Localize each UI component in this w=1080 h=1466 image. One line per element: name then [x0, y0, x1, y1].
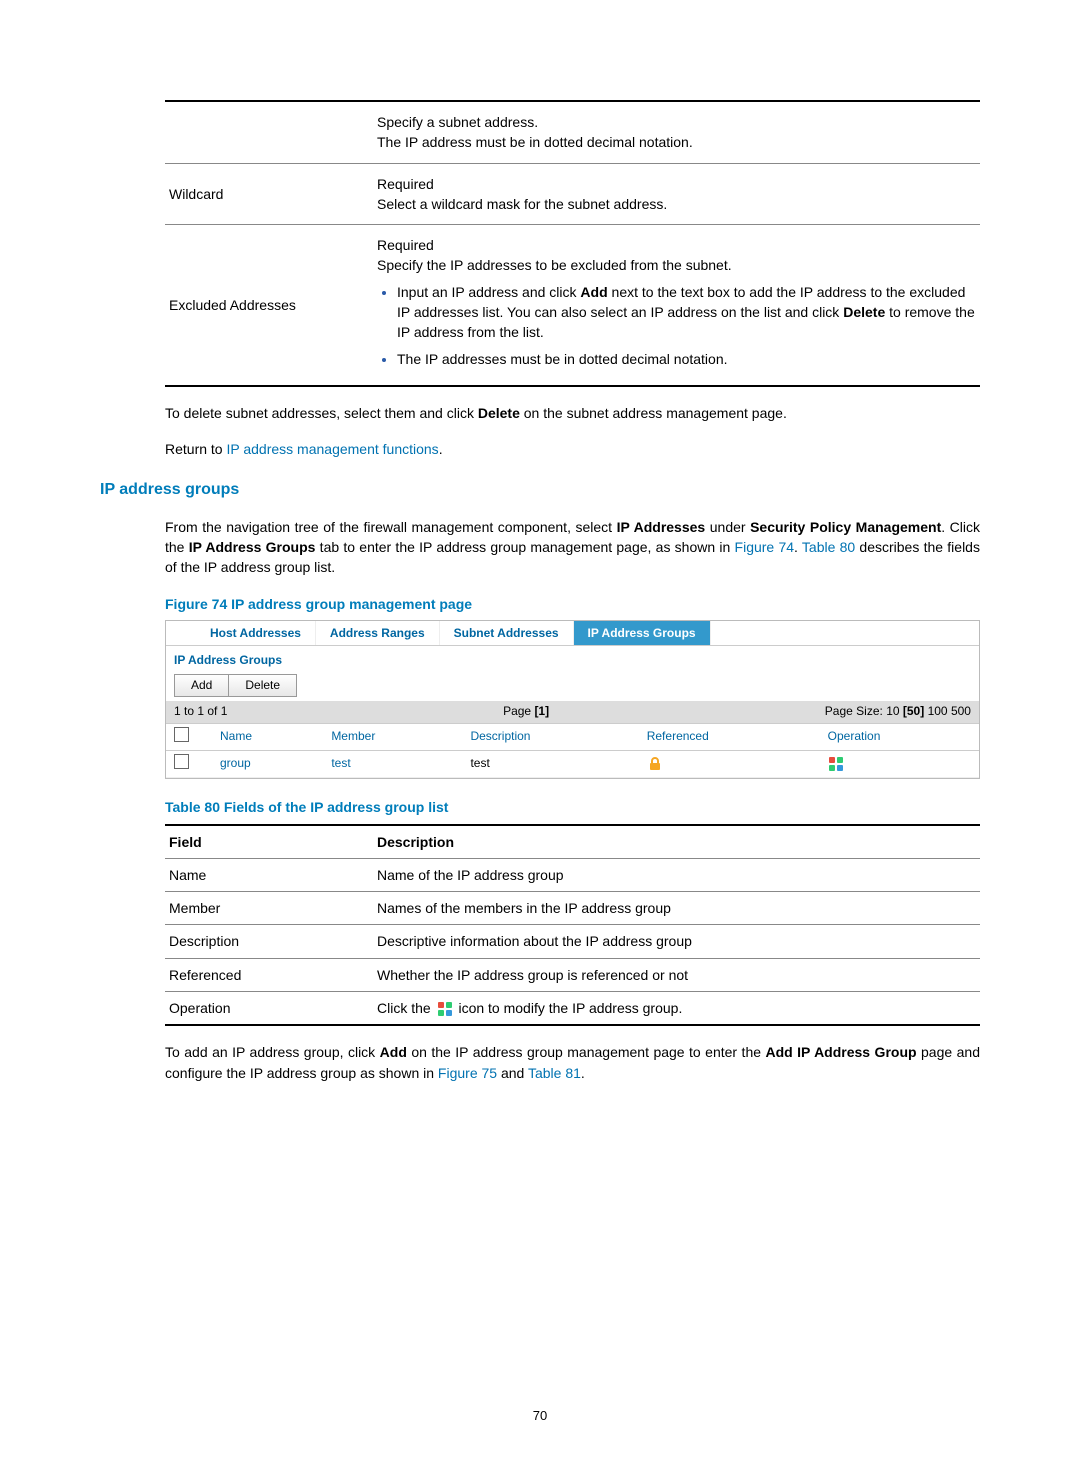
- page-size-10[interactable]: 10: [886, 704, 899, 718]
- subnet-line1: Specify a subnet address.: [377, 112, 976, 132]
- page-size-100[interactable]: 100: [928, 704, 948, 718]
- section-ip-address-groups: IP address groups: [100, 478, 980, 501]
- t80-head-field: Field: [165, 825, 373, 859]
- excluded-required: Required: [377, 235, 976, 255]
- col-name: Name: [212, 723, 323, 750]
- pager-page-label: Page: [503, 704, 531, 718]
- wildcard-desc: Select a wildcard mask for the subnet ad…: [377, 194, 976, 214]
- pager-count: 1 to 1 of 1: [174, 703, 227, 720]
- tab-host-addresses[interactable]: Host Addresses: [196, 621, 316, 645]
- t80-row: NameName of the IP address group: [165, 858, 980, 891]
- delete-paragraph: To delete subnet addresses, select them …: [165, 403, 980, 423]
- table-80: Field Description NameName of the IP add…: [165, 824, 980, 1027]
- table-row: group test test: [166, 750, 979, 777]
- pager-page-num: [1]: [534, 704, 549, 718]
- delete-button[interactable]: Delete: [228, 674, 297, 697]
- excluded-desc: Specify the IP addresses to be excluded …: [377, 255, 976, 275]
- excluded-bullet-2: The IP addresses must be in dotted decim…: [397, 349, 976, 369]
- col-operation: Operation: [820, 723, 979, 750]
- cell-name[interactable]: group: [212, 750, 323, 777]
- col-referenced: Referenced: [639, 723, 820, 750]
- lock-icon: [647, 756, 663, 772]
- link-ip-address-mgmt[interactable]: IP address management functions: [226, 441, 438, 457]
- page-size-50[interactable]: [50]: [903, 704, 924, 718]
- wildcard-required: Required: [377, 174, 976, 194]
- link-table-81[interactable]: Table 81: [528, 1065, 581, 1081]
- page-size-500[interactable]: 500: [951, 704, 971, 718]
- page-size-label: Page Size:: [825, 704, 883, 718]
- col-description: Description: [462, 723, 638, 750]
- t80-head-desc: Description: [373, 825, 980, 859]
- col-member: Member: [323, 723, 462, 750]
- t80-row: ReferencedWhether the IP address group i…: [165, 958, 980, 991]
- tab-subnet-addresses[interactable]: Subnet Addresses: [440, 621, 574, 645]
- t80-row: DescriptionDescriptive information about…: [165, 925, 980, 958]
- section-intro: From the navigation tree of the firewall…: [165, 517, 980, 578]
- panel-title: IP Address Groups: [166, 646, 979, 673]
- tab-ip-address-groups[interactable]: IP Address Groups: [574, 621, 711, 645]
- select-all-checkbox[interactable]: [174, 727, 189, 742]
- ip-address-groups-screenshot: Host Addresses Address Ranges Subnet Add…: [165, 620, 980, 779]
- excluded-label: Excluded Addresses: [165, 225, 373, 386]
- link-table-80[interactable]: Table 80: [802, 539, 855, 555]
- cell-description: test: [462, 750, 638, 777]
- wildcard-label: Wildcard: [165, 163, 373, 225]
- page-number: 70: [0, 1407, 1080, 1426]
- row-checkbox[interactable]: [174, 754, 189, 769]
- t80-row: MemberNames of the members in the IP add…: [165, 892, 980, 925]
- figure-74-title: Figure 74 IP address group management pa…: [165, 594, 980, 614]
- add-button[interactable]: Add: [174, 674, 229, 697]
- excluded-bullet-1: Input an IP address and click Add next t…: [397, 282, 976, 343]
- subnet-line2: The IP address must be in dotted decimal…: [377, 132, 976, 152]
- operation-icon[interactable]: [828, 756, 844, 772]
- return-paragraph: Return to IP address management function…: [165, 439, 980, 459]
- table-80-title: Table 80 Fields of the IP address group …: [165, 797, 980, 817]
- t80-row: Operation Click the icon to modify the I…: [165, 992, 980, 1026]
- tab-address-ranges[interactable]: Address Ranges: [316, 621, 440, 645]
- link-figure-74[interactable]: Figure 74: [735, 539, 795, 555]
- add-group-paragraph: To add an IP address group, click Add on…: [165, 1042, 980, 1083]
- cell-member[interactable]: test: [323, 750, 462, 777]
- ip-group-grid: Name Member Description Referenced Opera…: [166, 723, 979, 779]
- link-figure-75[interactable]: Figure 75: [438, 1065, 497, 1081]
- operation-icon: [437, 1001, 453, 1017]
- subnet-address-table: Specify a subnet address. The IP address…: [165, 102, 980, 387]
